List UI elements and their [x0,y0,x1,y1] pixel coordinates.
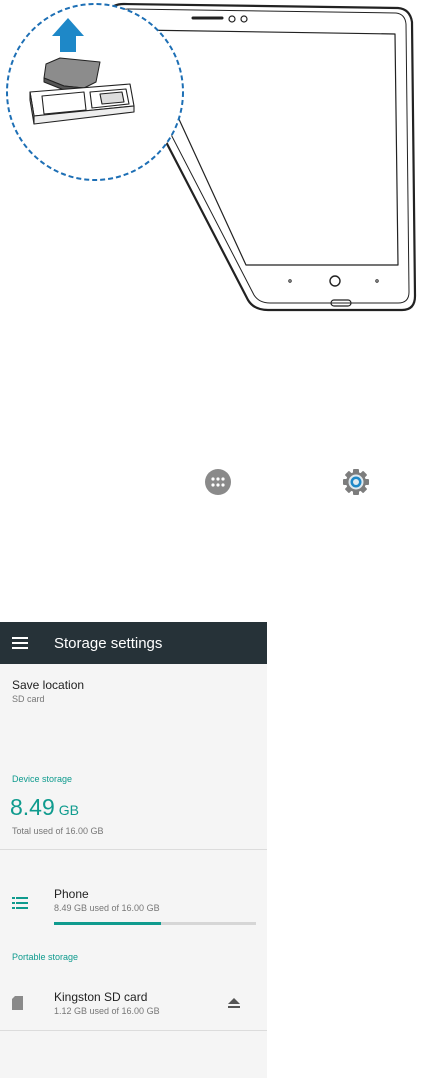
toolbar: Storage settings [0,622,267,664]
device-storage-header: Device storage [12,774,73,784]
phone-usage-progress [54,922,256,925]
eject-icon[interactable] [228,998,240,1008]
device-total-used: Total used of 16.00 GB [12,826,104,836]
save-location-value: SD card [12,694,45,704]
divider [0,849,267,850]
phone-storage-usage: 8.49 GB used of 16.00 GB [54,903,160,913]
save-location-setting[interactable]: Save location SD card [12,678,84,704]
device-used-unit: GB [58,802,79,818]
divider [0,1030,267,1031]
phone-sd-card-illustration [6,2,417,312]
sd-card-icon [12,996,23,1010]
device-used-value: 8.49 GB [10,794,79,821]
storage-list-icon [12,897,28,909]
portable-storage-header: Portable storage [12,952,79,962]
storage-settings-screen: Storage settings Save location SD card D… [0,622,267,1078]
menu-icon[interactable] [12,635,32,651]
save-location-label: Save location [12,678,85,692]
page-title: Storage settings [54,634,163,652]
phone-usage-progress-fill [54,922,162,925]
sd-card-name: Kingston SD card [54,990,148,1004]
phone-storage-name: Phone [54,887,89,901]
sd-card-usage: 1.12 GB used of 16.00 GB [54,1006,160,1016]
settings-gear-icon [343,469,369,495]
all-apps-icon [205,469,231,495]
device-used-number: 8.49 [10,794,55,820]
